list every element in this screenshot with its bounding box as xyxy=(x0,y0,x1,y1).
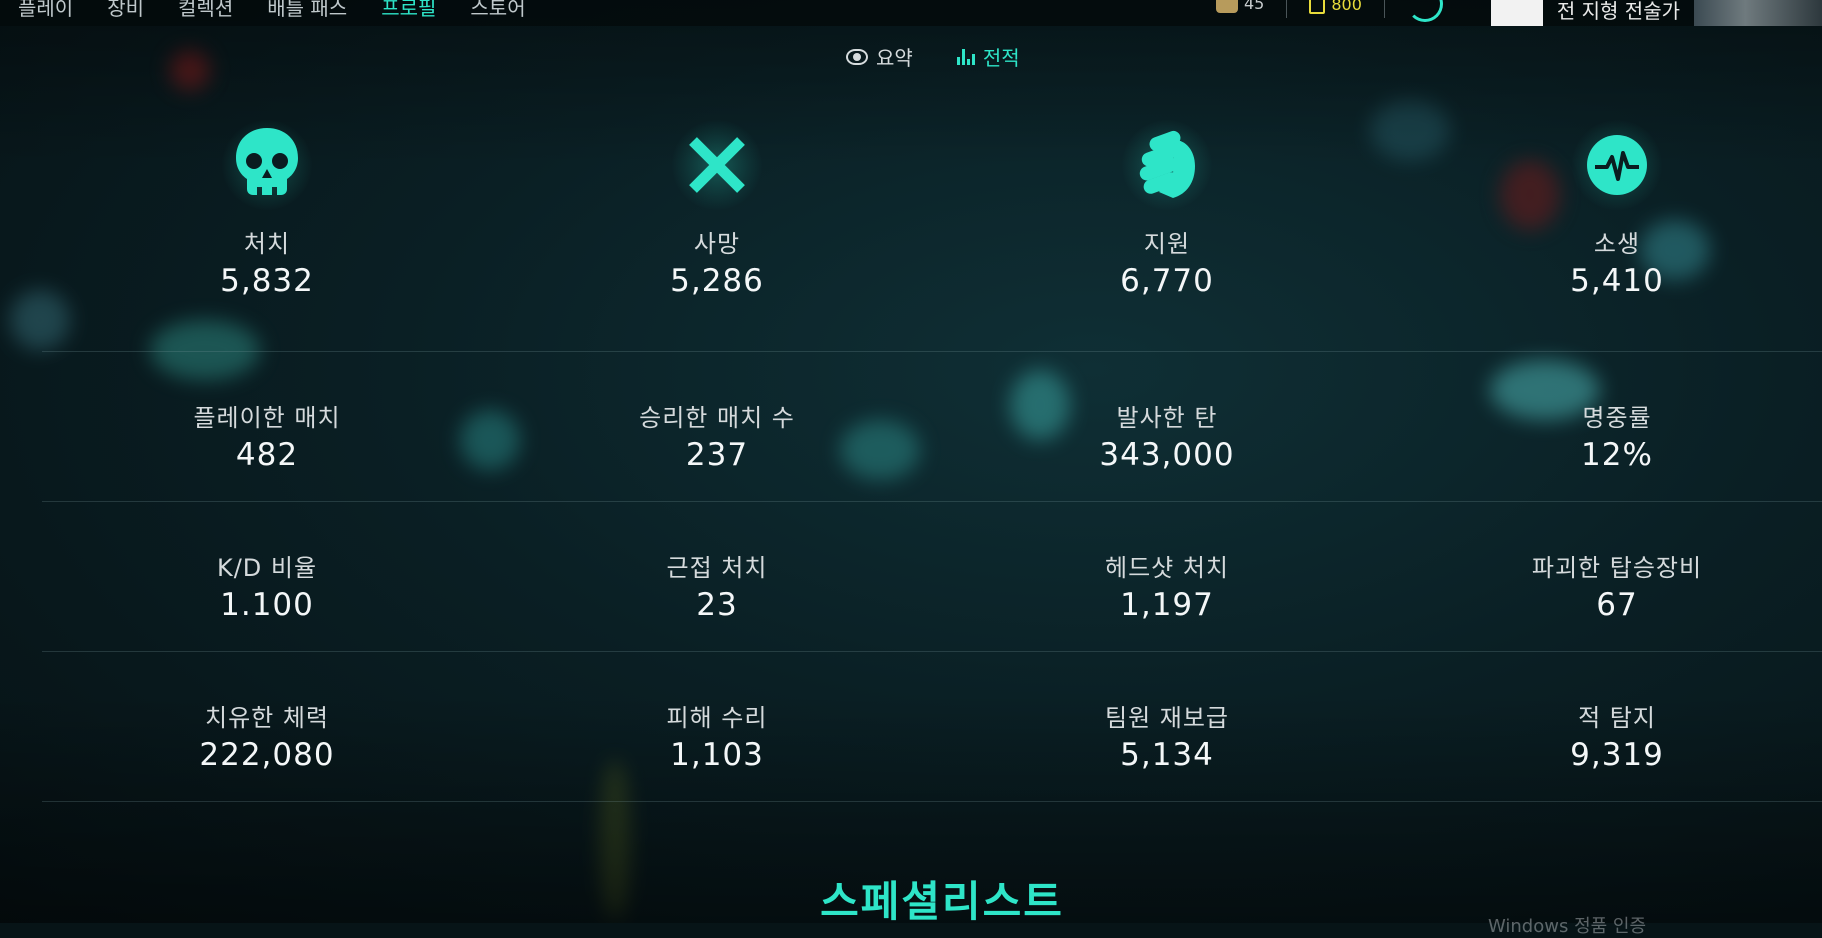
stat-headshot-kills: 헤드샷 처치 1,197 xyxy=(1017,502,1317,623)
stat-label: 팀원 재보급 xyxy=(1104,704,1230,732)
token-icon xyxy=(1215,0,1238,13)
stat-enemies-spotted: 적 탐지 9,319 xyxy=(1467,652,1767,773)
player-title: 전 지형 전술가 xyxy=(1556,0,1680,23)
skull-icon xyxy=(222,120,312,210)
stat-label: 지원 xyxy=(1143,230,1191,258)
stat-label: 플레이한 매치 xyxy=(193,404,341,432)
stat-value: 9,319 xyxy=(1570,737,1664,773)
stat-label: 소생 xyxy=(1593,230,1641,258)
nav-equipment[interactable]: 장비 xyxy=(107,0,144,21)
stat-squad-resupplies: 팀원 재보급 5,134 xyxy=(1017,652,1317,773)
stat-value: 343,000 xyxy=(1099,437,1235,473)
nav-play[interactable]: 플레이 xyxy=(18,0,73,21)
stat-value: 5,286 xyxy=(670,263,764,299)
top-right-status: 45 800 전 지형 전술가 xyxy=(1215,0,1822,26)
stat-value: 482 xyxy=(235,437,299,473)
stat-value: 5,410 xyxy=(1570,263,1664,299)
stat-value: 12% xyxy=(1581,437,1653,473)
stat-label: 적 탐지 xyxy=(1578,704,1656,732)
stat-value: 5,832 xyxy=(220,263,314,299)
player-profile[interactable]: 전 지형 전술가 xyxy=(1490,0,1822,26)
stat-assists: 지원 6,770 xyxy=(1017,110,1317,299)
divider xyxy=(1286,0,1288,18)
stat-value: 67 xyxy=(1596,587,1638,623)
player-banner xyxy=(1694,0,1822,26)
stats-grid: 처치 5,832 사망 5,286 지원 6,770 소생 5,410 플레이한… xyxy=(42,110,1822,802)
heartbeat-icon xyxy=(1572,120,1662,210)
profile-subtabs: 요약 전적 xyxy=(846,42,1050,108)
bar-chart-icon xyxy=(956,48,975,65)
stat-matches-played: 플레이한 매치 482 xyxy=(117,352,417,473)
fist-icon xyxy=(1122,120,1212,210)
cross-icon xyxy=(672,120,762,210)
stat-label: 승리한 매치 수 xyxy=(639,404,795,432)
stat-label: 헤드샷 처치 xyxy=(1104,554,1230,582)
windows-activation-watermark: Windows 정품 인증 xyxy=(1488,916,1647,937)
stat-health-healed: 치유한 체력 222,080 xyxy=(117,652,417,773)
token-count: 45 xyxy=(1243,0,1265,13)
stat-label: 사망 xyxy=(693,230,741,258)
stat-melee-kills: 근접 처치 23 xyxy=(567,502,867,623)
nav-store[interactable]: 스토어 xyxy=(470,0,525,21)
tab-stats-label: 전적 xyxy=(982,46,1020,70)
stat-label: 발사한 탄 xyxy=(1116,404,1218,432)
gold-count: 800 xyxy=(1331,0,1362,14)
divider xyxy=(1383,0,1385,18)
nav-profile[interactable]: 프로필 xyxy=(381,0,436,21)
top-navigation-bar: 플레이 장비 컬렉션 배틀 패스 프로필 스토어 45 800 전 지형 전술가 xyxy=(0,0,1822,26)
player-badge-icon xyxy=(1490,0,1543,26)
stat-kills: 처치 5,832 xyxy=(117,110,417,299)
tab-summary[interactable]: 요약 xyxy=(846,42,913,71)
stat-label: 파괴한 탑승장비 xyxy=(1531,554,1703,582)
stat-label: K/D 비율 xyxy=(216,554,318,582)
gold-currency[interactable]: 800 xyxy=(1309,0,1362,14)
stat-shots-fired: 발사한 탄 343,000 xyxy=(1017,352,1317,473)
stat-label: 치유한 체력 xyxy=(204,704,330,732)
stat-value: 6,770 xyxy=(1120,263,1214,299)
stats-row: 처치 5,832 사망 5,286 지원 6,770 소생 5,410 xyxy=(42,110,1822,352)
tab-stats[interactable]: 전적 xyxy=(926,42,1050,108)
stat-label: 처치 xyxy=(243,230,291,258)
stat-value: 23 xyxy=(696,587,738,623)
stat-value: 5,134 xyxy=(1120,737,1214,773)
nav-collection[interactable]: 컬렉션 xyxy=(178,0,233,21)
stat-value: 1.100 xyxy=(220,587,314,623)
stat-value: 222,080 xyxy=(199,737,335,773)
stat-value: 237 xyxy=(685,437,749,473)
stats-row: 플레이한 매치 482 승리한 매치 수 237 발사한 탄 343,000 명… xyxy=(42,352,1822,502)
stat-accuracy: 명중률 12% xyxy=(1467,352,1767,473)
stat-repairs: 피해 수리 1,103 xyxy=(567,652,867,773)
nav-battle-pass[interactable]: 배틀 패스 xyxy=(267,0,347,21)
stat-kd-ratio: K/D 비율 1.100 xyxy=(117,502,417,623)
stat-matches-won: 승리한 매치 수 237 xyxy=(567,352,867,473)
eye-icon xyxy=(846,48,868,65)
tab-summary-label: 요약 xyxy=(876,46,913,70)
stat-label: 피해 수리 xyxy=(666,704,768,732)
stat-vehicles-destroyed: 파괴한 탑승장비 67 xyxy=(1467,502,1767,623)
main-nav: 플레이 장비 컬렉션 배틀 패스 프로필 스토어 xyxy=(18,0,526,21)
stat-deaths: 사망 5,286 xyxy=(567,110,867,299)
stat-value: 1,197 xyxy=(1120,587,1214,623)
stat-label: 명중률 xyxy=(1582,404,1652,432)
level-progress-ring-icon[interactable] xyxy=(1406,0,1443,22)
token-currency[interactable]: 45 xyxy=(1215,0,1265,13)
gold-coin-icon xyxy=(1309,0,1326,14)
stat-value: 1,103 xyxy=(670,737,764,773)
stats-row: K/D 비율 1.100 근접 처치 23 헤드샷 처치 1,197 파괴한 탑… xyxy=(42,502,1822,652)
stat-label: 근접 처치 xyxy=(666,554,768,582)
stats-row: 치유한 체력 222,080 피해 수리 1,103 팀원 재보급 5,134 … xyxy=(42,652,1822,802)
stat-revives: 소생 5,410 xyxy=(1467,110,1767,299)
